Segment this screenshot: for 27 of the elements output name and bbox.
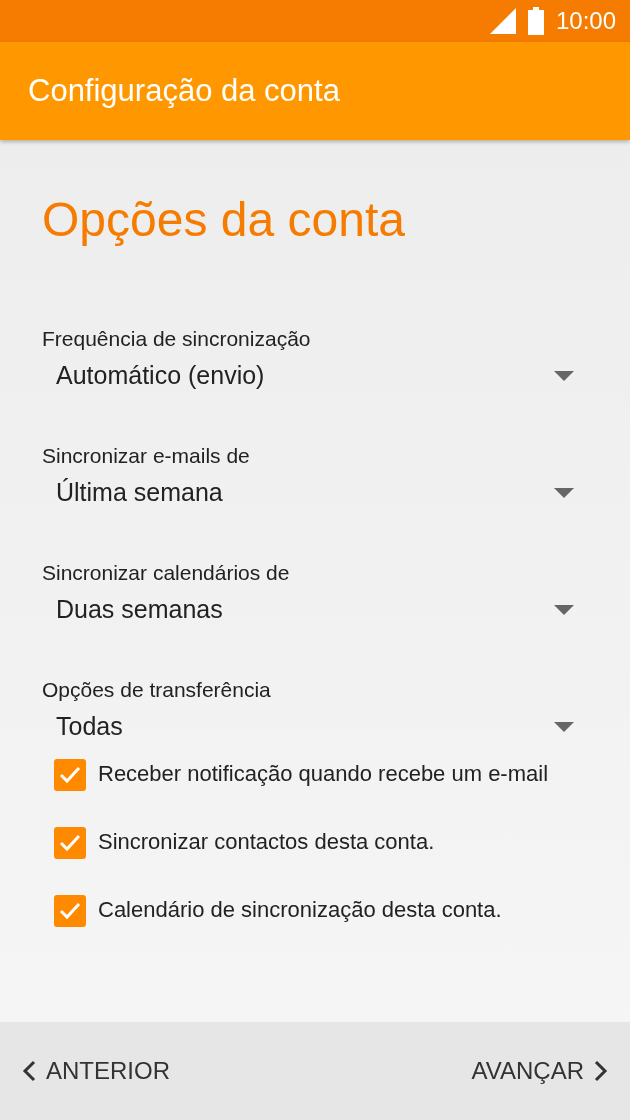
checkbox[interactable] <box>54 827 86 859</box>
field-label: Sincronizar e-mails de <box>42 444 251 469</box>
dropdown[interactable]: Última semana <box>42 474 588 511</box>
dropdown-arrow-icon <box>554 721 574 732</box>
dropdown-arrow-icon <box>554 487 574 498</box>
field-label: Frequência de sincronização <box>42 327 312 352</box>
page-heading: Opções da conta <box>42 192 406 247</box>
signal-icon <box>489 8 516 34</box>
field-label: Opções de transferência <box>42 678 272 703</box>
checkbox-label: Sincronizar contactos desta conta. <box>98 828 435 856</box>
dropdown-arrow-icon <box>554 370 574 381</box>
status-time: 10:00 <box>555 7 616 35</box>
checkbox-label: Calendário de sincronização desta conta. <box>98 896 502 924</box>
dropdown[interactable]: Duas semanas <box>42 591 588 628</box>
back-button[interactable]: ANTERIOR <box>18 1049 174 1093</box>
battery-icon <box>527 7 544 35</box>
dropdown[interactable]: Todas <box>42 708 588 745</box>
app-bar-title: Configuração da conta <box>28 73 340 109</box>
chevron-right-icon <box>594 1060 608 1082</box>
checkbox[interactable] <box>54 759 86 791</box>
checkbox[interactable] <box>54 895 86 927</box>
next-button[interactable]: AVANÇAR <box>467 1049 612 1093</box>
dropdown[interactable]: Automático (envio) <box>42 357 588 394</box>
chevron-left-icon <box>22 1060 36 1082</box>
checkbox-label: Receber notificação quando recebe um e-mail <box>98 760 549 788</box>
field-label: Sincronizar calendários de <box>42 561 291 586</box>
dropdown-arrow-icon <box>554 604 574 615</box>
